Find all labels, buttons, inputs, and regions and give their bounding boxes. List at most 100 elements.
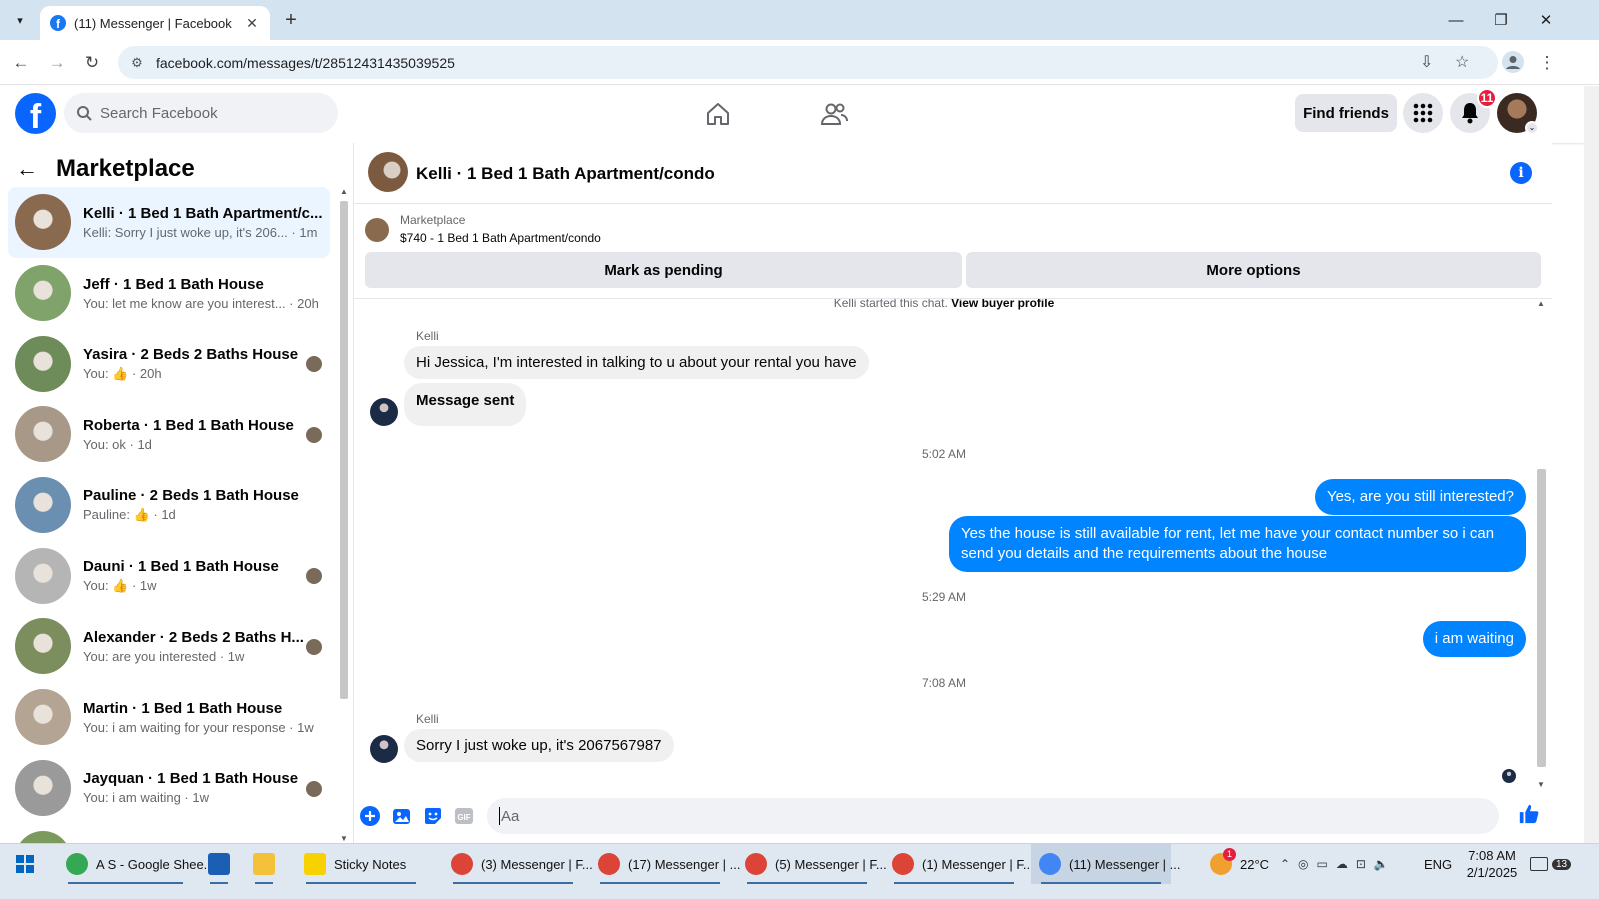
clock[interactable]: 7:08 AM 2/1/2025: [1462, 844, 1522, 884]
listing-thumbnail: [15, 194, 71, 251]
profile-icon[interactable]: [1500, 49, 1526, 75]
forward-arrow-icon[interactable]: →: [44, 50, 70, 76]
conversation-name: Jayquan · 1 Bed 1 Bath House: [83, 770, 299, 788]
mark-as-pending-button[interactable]: Mark as pending: [365, 252, 962, 288]
chat-title[interactable]: Kelli · 1 Bed 1 Bath Apartment/condo: [416, 164, 715, 184]
conversation-item[interactable]: Jenn · 2 Beds 2 Baths House: [8, 823, 330, 843]
taskbar-app[interactable]: (17) Messenger | ...: [590, 844, 740, 884]
taskbar-app-label: (17) Messenger | ...: [628, 856, 741, 872]
taskbar-app[interactable]: (11) Messenger | ...: [1031, 844, 1181, 884]
message-input[interactable]: Aa: [487, 798, 1499, 834]
friends-icon[interactable]: [818, 98, 850, 130]
conversation-snippet: You: ok · 1d: [83, 436, 152, 452]
tab-search-chevron-icon[interactable]: ▾: [8, 8, 32, 32]
like-thumb-icon[interactable]: [1518, 803, 1540, 825]
temperature: 22°C: [1240, 856, 1270, 872]
gif-icon[interactable]: GIF: [453, 805, 475, 827]
conversation-item[interactable]: Pauline · 2 Beds 1 Bath House Pauline: 👍 …: [8, 470, 330, 541]
taskbar-app[interactable]: [245, 844, 283, 884]
incoming-message[interactable]: Message sent: [404, 383, 527, 426]
windows-taskbar: A S - Google Shee... Sticky Notes (3) Mess…: [0, 843, 1599, 899]
app-icon: [451, 853, 473, 875]
outgoing-message[interactable]: Yes the house is still available for ren…: [949, 516, 1526, 572]
view-buyer-profile-link[interactable]: View buyer profile: [951, 299, 1054, 310]
sender-avatar[interactable]: [370, 735, 398, 763]
listing-price[interactable]: $740 - 1 Bed 1 Bath Apartment/condo: [400, 231, 601, 245]
restore-icon[interactable]: ❐: [1478, 0, 1524, 40]
timestamp: 5:29 AM: [921, 590, 967, 604]
browser-tab-strip: ▾ f (11) Messenger | Facebook ✕ + — ❐ ✕: [0, 0, 1599, 40]
taskbar-app[interactable]: (5) Messenger | F...: [737, 844, 887, 884]
chat-avatar[interactable]: [368, 152, 408, 192]
conversation-item[interactable]: Kelli · 1 Bed 1 Bath Apartment/c... Kelli…: [8, 187, 330, 258]
start-windows-icon[interactable]: [6, 844, 50, 884]
notification-center-icon[interactable]: 13: [1530, 844, 1572, 884]
listing-thumbnail: [15, 830, 71, 843]
minimize-icon[interactable]: —: [1433, 0, 1479, 40]
taskbar-app[interactable]: A S - Google Shee...: [58, 844, 215, 884]
back-arrow-icon[interactable]: ←: [16, 156, 40, 182]
site-info-icon[interactable]: ⚙: [124, 55, 150, 71]
account-avatar[interactable]: ⌄: [1497, 93, 1539, 135]
conversation-text: Yasira · 2 Beds 2 Baths House You: 👍 · 20…: [83, 346, 330, 382]
taskbar-app[interactable]: [200, 844, 238, 884]
sticker-icon[interactable]: [422, 805, 444, 827]
back-arrow-icon[interactable]: ←: [8, 50, 34, 76]
install-app-icon[interactable]: ⇩: [1420, 52, 1433, 72]
sender-avatar[interactable]: [370, 398, 398, 426]
app-icon: [892, 853, 914, 875]
facebook-logo-icon[interactable]: f: [15, 93, 56, 134]
incoming-message[interactable]: Hi Jessica, I'm interested in talking to…: [404, 346, 869, 379]
find-friends-button[interactable]: Find friends: [1295, 94, 1397, 132]
app-icon: [745, 853, 767, 875]
facebook-search-input[interactable]: Search Facebook: [64, 93, 338, 133]
photo-attach-icon[interactable]: [391, 805, 413, 827]
conversation-snippet: You: 👍 · 1w: [83, 577, 157, 593]
listing-thumbnail[interactable]: [365, 218, 389, 242]
close-tab-icon[interactable]: ✕: [244, 15, 260, 32]
taskbar-app[interactable]: (1) Messenger | F...: [884, 844, 1034, 884]
outgoing-message[interactable]: Yes, are you still interested?: [1314, 479, 1526, 515]
sidebar-scroll-thumb[interactable]: [340, 201, 348, 699]
message-scrollbar[interactable]: ▲ ▼: [1534, 299, 1548, 789]
taskbar-app[interactable]: Sticky Notes: [296, 844, 426, 884]
conversation-item[interactable]: Alexander · 2 Beds 2 Baths H... You: are …: [8, 611, 330, 682]
outgoing-message[interactable]: i am waiting: [1422, 621, 1526, 657]
taskbar-app[interactable]: (3) Messenger | F...: [443, 844, 593, 884]
language-indicator[interactable]: ENG: [1424, 844, 1452, 884]
close-window-icon[interactable]: ✕: [1523, 0, 1569, 40]
conversation-item[interactable]: Martin · 1 Bed 1 Bath House You: i am wai…: [8, 682, 330, 753]
sidebar-scrollbar[interactable]: ▲ ▼: [338, 187, 350, 843]
conversation-item[interactable]: Jeff · 1 Bed 1 Bath House You: let me kno…: [8, 258, 330, 329]
app-icon: [598, 853, 620, 875]
browser-tab-active[interactable]: f (11) Messenger | Facebook ✕: [40, 6, 270, 40]
conversation-item[interactable]: Dauni · 1 Bed 1 Bath House You: 👍 · 1w: [8, 540, 330, 611]
menu-grid-icon[interactable]: [1403, 93, 1443, 133]
conversation-item[interactable]: Jayquan · 1 Bed 1 Bath House You: i am wa…: [8, 753, 330, 824]
listing-thumbnail: [15, 265, 71, 322]
info-icon[interactable]: i: [1510, 162, 1532, 184]
message-scroll-thumb[interactable]: [1537, 469, 1546, 767]
bookmark-star-icon[interactable]: ☆: [1455, 52, 1469, 72]
weather-widget[interactable]: 1 22°C: [1210, 844, 1269, 884]
conversation-snippet: You: let me know are you interest... · 2…: [83, 295, 319, 311]
new-tab-icon[interactable]: +: [278, 8, 304, 34]
marketplace-sidebar: ← Marketplace Kelli · 1 Bed 1 Bath Apart…: [0, 143, 354, 843]
address-bar[interactable]: ⚙ facebook.com/messages/t/28512431435039…: [118, 46, 1498, 79]
clock-time: 7:08 AM: [1468, 848, 1516, 863]
seen-avatar-icon: [306, 427, 322, 444]
home-icon[interactable]: [702, 98, 734, 130]
running-indicator: [453, 882, 573, 884]
reload-icon[interactable]: ↻: [79, 50, 105, 76]
conversation-item[interactable]: Roberta · 1 Bed 1 Bath House You: ok · 1d: [8, 399, 330, 470]
tab-title: (11) Messenger | Facebook: [74, 15, 232, 31]
conversation-item[interactable]: Yasira · 2 Beds 2 Baths House You: 👍 · 20…: [8, 328, 330, 399]
taskbar-app-label: (11) Messenger | ...: [1069, 856, 1181, 872]
add-plus-icon[interactable]: [359, 805, 381, 827]
conversation-snippet: Pauline: 👍 · 1d: [83, 507, 176, 523]
system-tray-icons[interactable]: ⌃◎▭☁⊡🔈: [1280, 844, 1397, 884]
browser-menu-icon[interactable]: ⋮: [1534, 50, 1560, 76]
incoming-message[interactable]: Sorry I just woke up, it's 2067567987: [404, 729, 674, 762]
more-options-button[interactable]: More options: [966, 252, 1541, 288]
page-scrollbar[interactable]: [1584, 86, 1599, 843]
